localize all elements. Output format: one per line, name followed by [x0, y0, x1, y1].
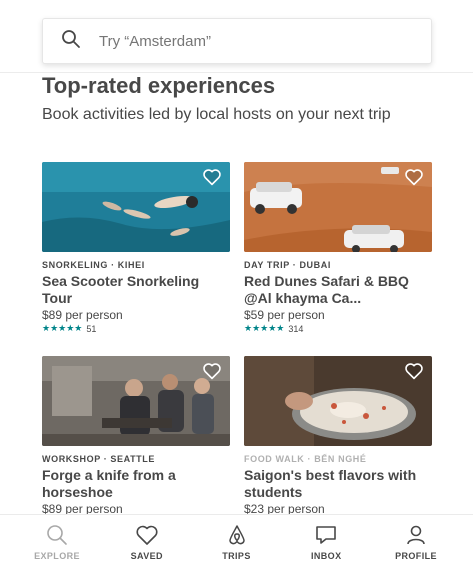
heart-icon[interactable]: [404, 168, 424, 186]
tab-label: TRIPS: [222, 551, 251, 561]
experience-category: SNORKELING · KIHEI: [42, 260, 145, 270]
experience-photo: [244, 356, 432, 446]
review-count: 51: [86, 323, 97, 334]
tab-profile[interactable]: PROFILE: [377, 523, 455, 574]
tab-saved[interactable]: SAVED: [108, 523, 186, 574]
section-subtitle: Book activities led by local hosts on yo…: [42, 106, 391, 123]
tab-label: SAVED: [130, 551, 163, 561]
rating: ★★★★★ 51: [42, 323, 230, 334]
experience-title: Sea Scooter Snorkeling Tour: [42, 273, 200, 306]
experience-photo: [42, 356, 230, 446]
tab-trips[interactable]: TRIPS: [198, 523, 276, 574]
experience-photo: [42, 162, 230, 252]
experience-price: $59 per person: [244, 308, 325, 322]
star-rating-icon: ★★★★★: [244, 323, 285, 333]
experience-title: Saigon's best flavors with students: [244, 467, 417, 500]
search-bar[interactable]: [42, 18, 432, 64]
heart-icon[interactable]: [202, 362, 222, 380]
experience-title: Red Dunes Safari & BBQ @Al khayma Ca...: [244, 273, 409, 306]
tab-explore[interactable]: EXPLORE: [18, 523, 96, 574]
experience-category: FOOD WALK · BẾN NGHÉ: [244, 454, 367, 464]
experience-title: Forge a knife from a horseshoe: [42, 467, 176, 500]
heart-icon: [136, 525, 158, 545]
experience-category: WORKSHOP · SEATTLE: [42, 454, 155, 464]
tab-inbox[interactable]: INBOX: [287, 523, 365, 574]
experience-category: DAY TRIP · DUBAI: [244, 260, 331, 270]
heart-icon[interactable]: [202, 168, 222, 186]
person-icon: [407, 525, 425, 545]
search-input[interactable]: [99, 32, 399, 50]
rating: ★★★★★ 314: [244, 323, 432, 334]
tab-label: INBOX: [310, 551, 342, 561]
chat-bubble-icon: [316, 526, 337, 544]
experience-card[interactable]: DAY TRIP · DUBAI Red Dunes Safari & BBQ …: [244, 162, 432, 334]
experience-photo: [244, 162, 432, 252]
experience-price: $89 per person: [42, 308, 123, 322]
review-count: 314: [288, 323, 304, 334]
section-title: Top-rated experiences: [42, 73, 276, 98]
bottom-tab-bar: EXPLORE SAVED TRIPS INBOX PROFILE: [0, 514, 473, 574]
explore-search-icon: [47, 525, 67, 545]
tab-label: EXPLORE: [34, 551, 80, 561]
airbnb-belo-icon: [228, 525, 245, 545]
experience-card[interactable]: WORKSHOP · SEATTLE Forge a knife from a …: [42, 356, 230, 516]
search-icon: [61, 29, 81, 54]
heart-icon[interactable]: [404, 362, 424, 380]
star-rating-icon: ★★★★★: [42, 323, 83, 333]
experience-card[interactable]: SNORKELING · KIHEI Sea Scooter Snorkelin…: [42, 162, 230, 334]
tab-label: PROFILE: [395, 551, 437, 561]
experience-card[interactable]: FOOD WALK · BẾN NGHÉ Saigon's best flavo…: [244, 356, 432, 516]
